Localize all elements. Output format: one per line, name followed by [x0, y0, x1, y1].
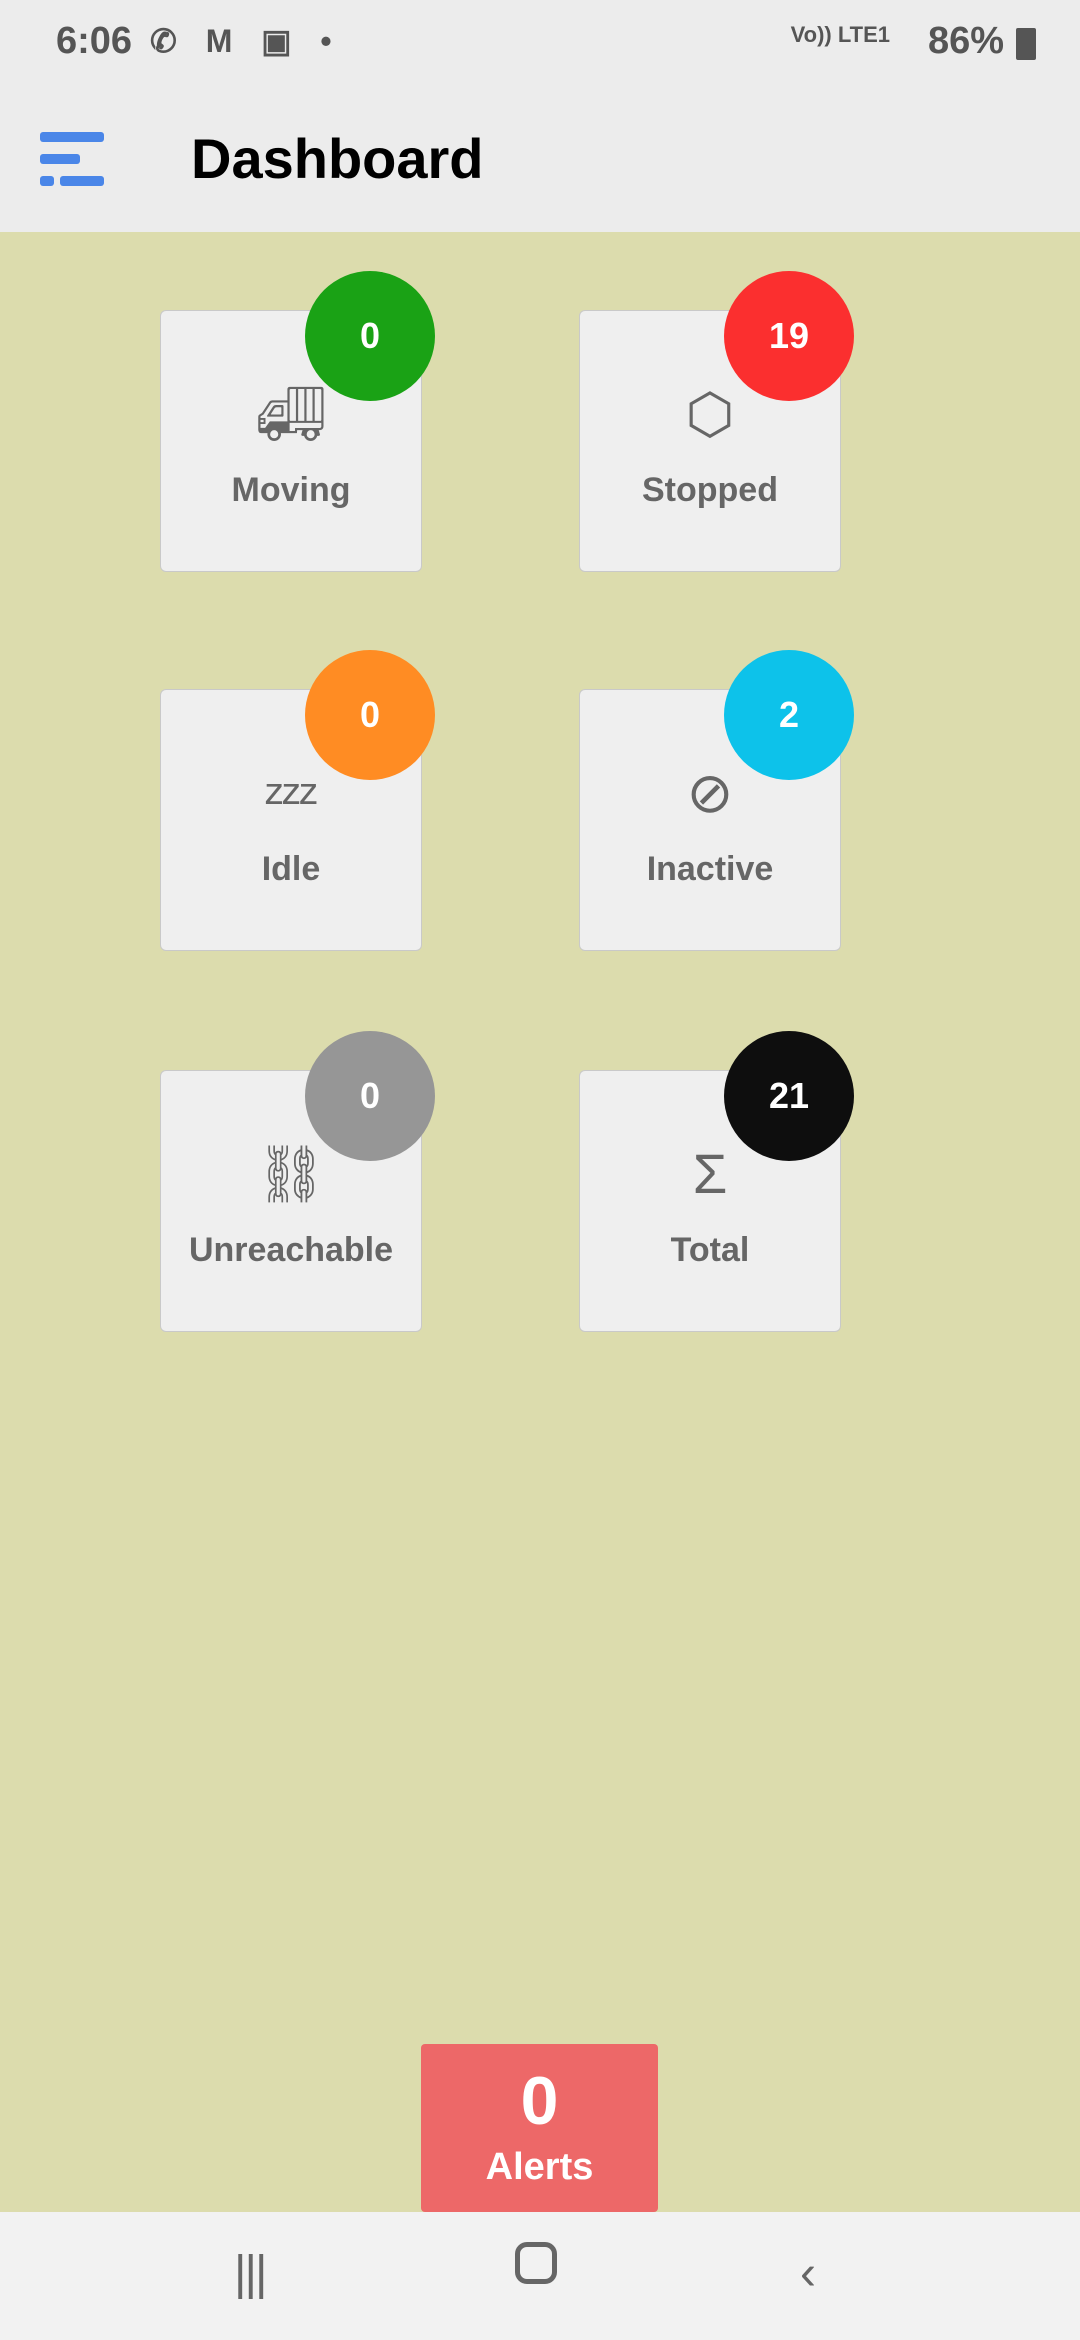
tile-count-badge: 0 [305, 650, 435, 780]
notification-icons: ✆ M ▣ • [150, 23, 342, 59]
tile-label: Total [670, 1231, 750, 1269]
tile-label: Idle [261, 850, 321, 888]
app-header: Dashboard [0, 90, 1080, 232]
tile-label: Stopped [642, 471, 778, 509]
status-time: 6:06 [56, 20, 133, 62]
network-indicator: Vo)) LTE1 [790, 22, 890, 47]
system-nav-bar: ||| ‹ [0, 2212, 1080, 2340]
tile-label: Unreachable [188, 1231, 394, 1269]
alerts-label: Alerts [485, 2146, 594, 2188]
tile-count-badge: 19 [724, 271, 854, 401]
tile-count-badge: 0 [305, 1031, 435, 1161]
alerts-button[interactable]: 0 Alerts [421, 2044, 658, 2212]
page-title: Dashboard [191, 127, 484, 190]
tile-label: Inactive [646, 850, 774, 888]
tile-count-badge: 2 [724, 650, 854, 780]
recents-icon[interactable]: ||| [234, 2246, 267, 2301]
tile-label: Moving [231, 471, 351, 509]
battery-level: 86% [927, 20, 1004, 62]
back-icon[interactable]: ‹ [800, 2246, 816, 2301]
menu-icon[interactable] [40, 132, 106, 186]
status-bar: 6:06 ✆ M ▣ • Vo)) LTE1 86% [0, 0, 1080, 90]
tile-count-badge: 0 [305, 271, 435, 401]
battery-icon [1016, 28, 1036, 60]
alerts-count: 0 [520, 2063, 559, 2139]
tile-count-badge: 21 [724, 1031, 854, 1161]
home-icon[interactable] [515, 2242, 557, 2284]
